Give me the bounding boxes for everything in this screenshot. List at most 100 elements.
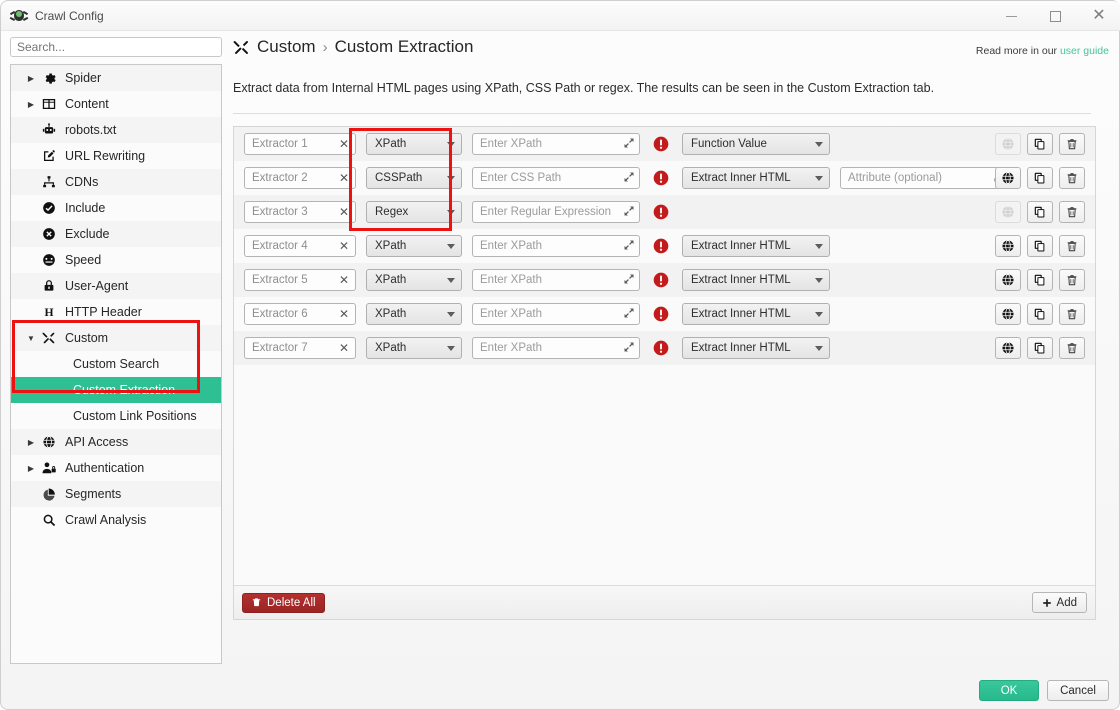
sidebar-item-custom-link-positions[interactable]: Custom Link Positions — [11, 403, 221, 429]
sidebar-item-spider[interactable]: Spider — [11, 65, 221, 91]
extractor-query-input[interactable]: Enter XPath — [472, 133, 640, 155]
delete-row-button[interactable] — [1059, 167, 1085, 189]
sidebar-item-custom-extraction[interactable]: Custom Extraction — [11, 377, 221, 403]
browse-button[interactable] — [995, 337, 1021, 359]
delete-row-button[interactable] — [1059, 201, 1085, 223]
search-input[interactable] — [10, 37, 222, 57]
close-icon[interactable]: ✕ — [339, 307, 351, 321]
extractor-type-select[interactable]: XPath — [366, 269, 462, 291]
maximize-button[interactable] — [1033, 1, 1077, 31]
close-icon[interactable]: ✕ — [339, 239, 351, 253]
delete-row-button[interactable] — [1059, 303, 1085, 325]
sidebar-item-http-header[interactable]: H HTTP Header — [11, 299, 221, 325]
sidebar-item-api-access[interactable]: API Access — [11, 429, 221, 455]
duplicate-button[interactable] — [1027, 201, 1053, 223]
duplicate-button[interactable] — [1027, 337, 1053, 359]
sidebar-item-speed[interactable]: Speed — [11, 247, 221, 273]
delete-row-button[interactable] — [1059, 133, 1085, 155]
extractor-query-input[interactable]: Enter XPath — [472, 303, 640, 325]
chevron-down-icon[interactable] — [23, 334, 39, 343]
extractor-name-input[interactable]: Extractor 1 ✕ — [244, 133, 356, 155]
extractor-query-input[interactable]: Enter XPath — [472, 269, 640, 291]
lock-icon — [39, 279, 59, 293]
sidebar-item-cdns[interactable]: CDNs — [11, 169, 221, 195]
sidebar-item-crawl-analysis[interactable]: Crawl Analysis — [11, 507, 221, 533]
chevron-right-icon[interactable] — [23, 74, 39, 83]
sidebar-item-segments[interactable]: Segments — [11, 481, 221, 507]
sidebar-item-label: Segments — [65, 487, 122, 501]
close-icon[interactable]: ✕ — [339, 205, 351, 219]
minimize-button[interactable] — [989, 1, 1033, 31]
browse-button[interactable] — [995, 167, 1021, 189]
chevron-right-icon[interactable] — [23, 438, 39, 447]
extractor-action-select[interactable]: Function Value — [682, 133, 830, 155]
cancel-button[interactable]: Cancel — [1047, 680, 1109, 701]
duplicate-button[interactable] — [1027, 167, 1053, 189]
extractor-type-select[interactable]: Regex — [366, 201, 462, 223]
chevron-right-icon[interactable] — [23, 464, 39, 473]
add-button[interactable]: Add — [1031, 592, 1087, 613]
extractor-type-select[interactable]: XPath — [366, 303, 462, 325]
expand-icon[interactable] — [623, 137, 635, 152]
expand-icon[interactable] — [623, 205, 635, 220]
ok-button[interactable]: OK — [979, 680, 1039, 701]
sidebar-item-content[interactable]: Content — [11, 91, 221, 117]
extractor-attribute-input[interactable]: Attribute (optional) — [840, 167, 1010, 189]
sidebar-item-user-agent[interactable]: User-Agent — [11, 273, 221, 299]
extractor-action-select[interactable]: Extract Inner HTML — [682, 235, 830, 257]
extractor-type-select[interactable]: XPath — [366, 133, 462, 155]
close-icon[interactable]: ✕ — [339, 273, 351, 287]
close-icon[interactable]: ✕ — [339, 341, 351, 355]
browse-button[interactable] — [995, 235, 1021, 257]
extractor-query-input[interactable]: Enter XPath — [472, 235, 640, 257]
extractor-action-select[interactable]: Extract Inner HTML — [682, 269, 830, 291]
globe-icon — [1001, 171, 1015, 185]
duplicate-button[interactable] — [1027, 133, 1053, 155]
sidebar-item-include[interactable]: Include — [11, 195, 221, 221]
duplicate-button[interactable] — [1027, 303, 1053, 325]
expand-icon[interactable] — [623, 239, 635, 254]
extractor-query-input[interactable]: Enter CSS Path — [472, 167, 640, 189]
sidebar-item-authentication[interactable]: Authentication — [11, 455, 221, 481]
delete-row-button[interactable] — [1059, 269, 1085, 291]
sidebar-item-custom[interactable]: Custom — [11, 325, 221, 351]
sidebar-item-url-rewriting[interactable]: URL Rewriting — [11, 143, 221, 169]
extractor-type-select[interactable]: XPath — [366, 235, 462, 257]
extractor-type-select[interactable]: CSSPath — [366, 167, 462, 189]
extractor-actions — [995, 303, 1085, 325]
breadcrumb-separator: › — [322, 38, 328, 56]
close-icon[interactable]: ✕ — [339, 171, 351, 185]
extractor-name-input[interactable]: Extractor 7 ✕ — [244, 337, 356, 359]
chevron-right-icon[interactable] — [23, 100, 39, 109]
extractor-action-select[interactable]: Extract Inner HTML — [682, 167, 830, 189]
close-button[interactable]: ✕ — [1077, 1, 1120, 31]
extractor-name-input[interactable]: Extractor 4 ✕ — [244, 235, 356, 257]
delete-all-button[interactable]: Delete All — [242, 592, 325, 613]
sidebar-item-robots-txt[interactable]: robots.txt — [11, 117, 221, 143]
extractor-query-input[interactable]: Enter Regular Expression — [472, 201, 640, 223]
delete-row-button[interactable] — [1059, 337, 1085, 359]
user-guide-link[interactable]: user guide — [1060, 45, 1109, 57]
breadcrumb-parent[interactable]: Custom — [257, 37, 316, 57]
expand-icon[interactable] — [623, 307, 635, 322]
expand-icon[interactable] — [623, 171, 635, 186]
close-icon[interactable]: ✕ — [339, 137, 351, 151]
extractor-name-input[interactable]: Extractor 5 ✕ — [244, 269, 356, 291]
extractor-action-select[interactable]: Extract Inner HTML — [682, 303, 830, 325]
expand-icon[interactable] — [623, 273, 635, 288]
extractor-name-input[interactable]: Extractor 3 ✕ — [244, 201, 356, 223]
expand-icon[interactable] — [623, 341, 635, 356]
delete-row-button[interactable] — [1059, 235, 1085, 257]
extractor-action-select[interactable]: Extract Inner HTML — [682, 337, 830, 359]
extractor-query-input[interactable]: Enter XPath — [472, 337, 640, 359]
extractor-type-select[interactable]: XPath — [366, 337, 462, 359]
browse-button[interactable] — [995, 303, 1021, 325]
duplicate-button[interactable] — [1027, 269, 1053, 291]
extractor-name-input[interactable]: Extractor 6 ✕ — [244, 303, 356, 325]
extractor-name-input[interactable]: Extractor 2 ✕ — [244, 167, 356, 189]
browse-button[interactable] — [995, 269, 1021, 291]
sidebar-item-custom-search[interactable]: Custom Search — [11, 351, 221, 377]
sidebar-item-exclude[interactable]: Exclude — [11, 221, 221, 247]
duplicate-button[interactable] — [1027, 235, 1053, 257]
grid-footer: Delete All Add — [234, 585, 1095, 619]
